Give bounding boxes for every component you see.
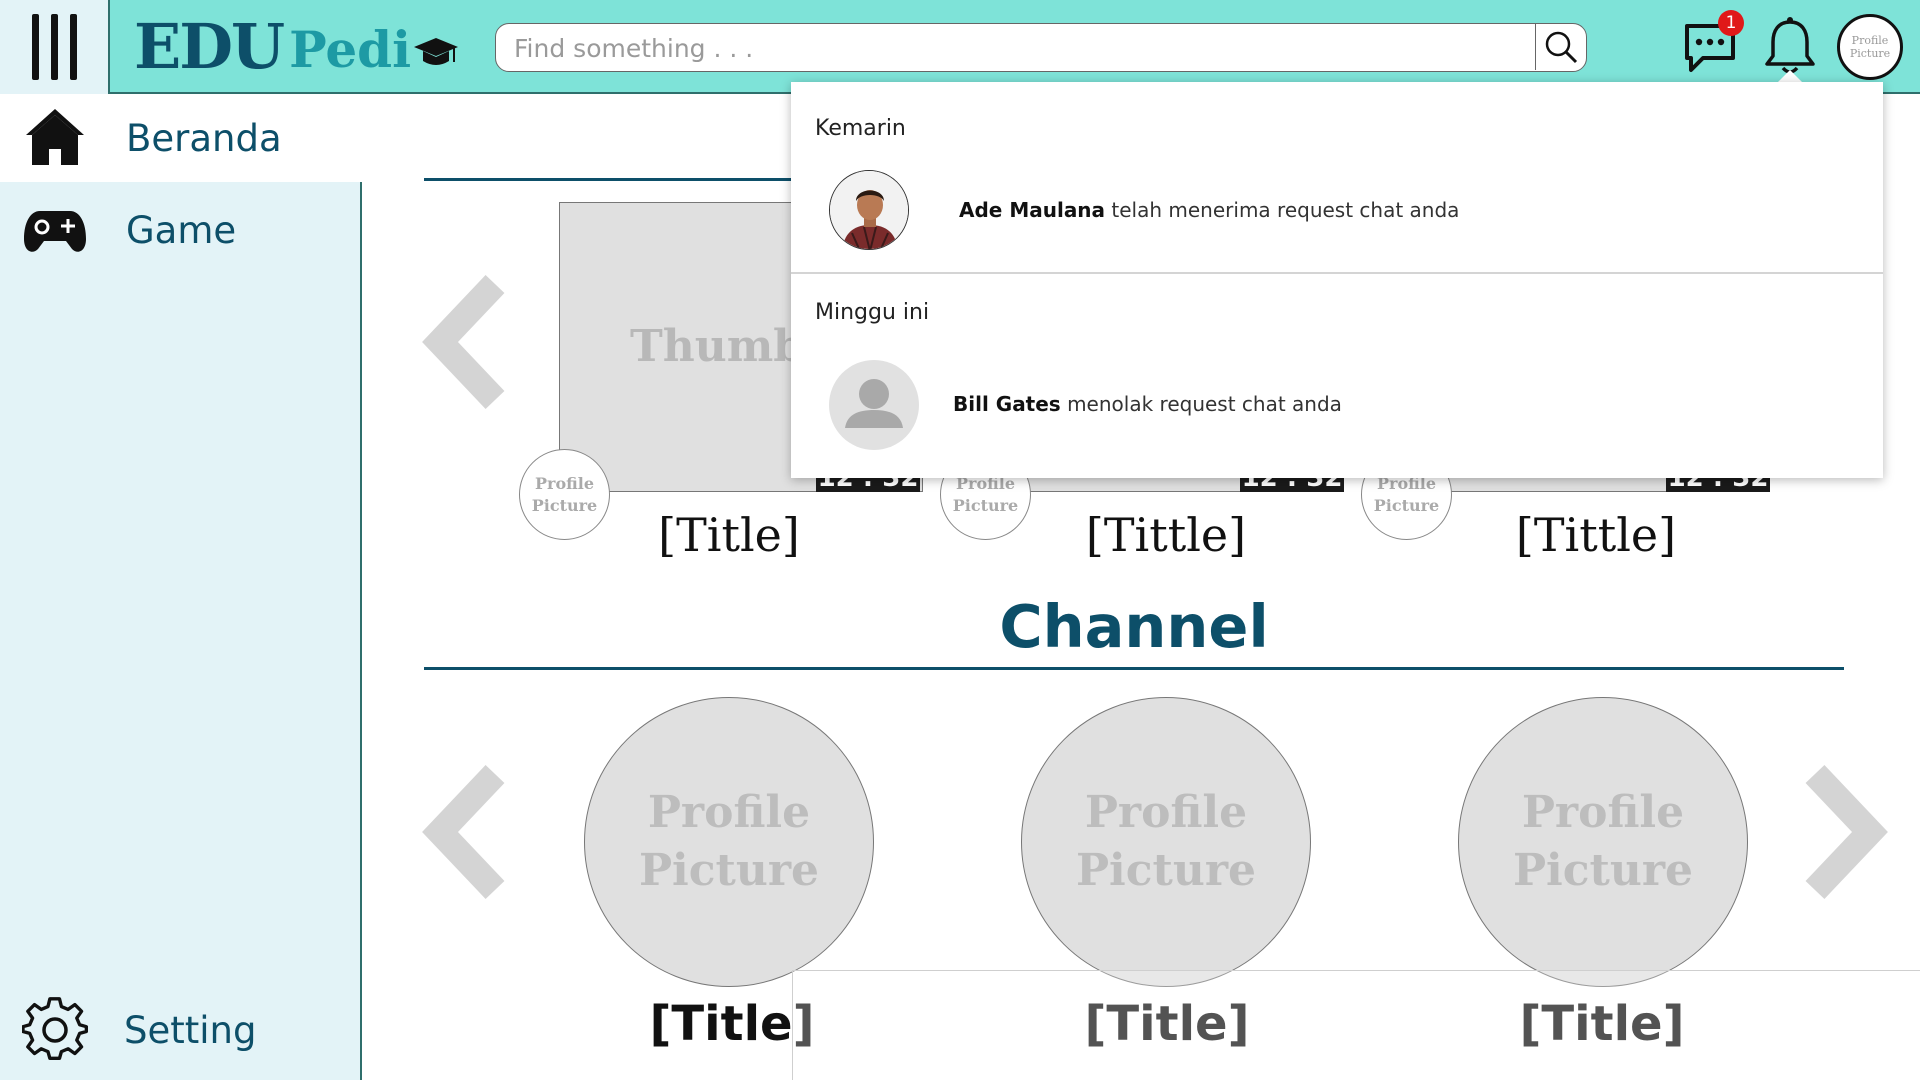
sidebar-item-beranda[interactable]: Beranda — [0, 94, 362, 182]
sidebar-item-label: Game — [126, 208, 237, 252]
channel-avatar[interactable]: Profile Picture — [1021, 697, 1311, 987]
edupedia-logo[interactable]: EDU Pedi — [134, 6, 459, 86]
menu-bar-icon — [51, 14, 58, 80]
avatar-label: Profile — [1851, 34, 1889, 47]
notification-sender: Bill Gates — [953, 392, 1061, 416]
avatar-label: Profile — [1521, 787, 1685, 838]
sidebar: Beranda Game Setting — [0, 94, 362, 1080]
notification-avatar-photo — [829, 170, 909, 250]
section-divider — [424, 667, 1844, 670]
avatar-label: Picture — [1849, 47, 1891, 60]
user-silhouette-icon — [845, 379, 903, 428]
graduation-cap-icon — [414, 38, 459, 65]
avatar-label: Picture — [1512, 845, 1694, 896]
notification-sender: Ade Maulana — [959, 198, 1106, 222]
notification-bell-icon[interactable] — [1762, 16, 1818, 78]
video-carousel-prev-arrow-icon[interactable] — [410, 272, 520, 412]
notification-text: Ade Maulana telah menerima request chat … — [959, 198, 1459, 222]
notification-group-label: Kemarin — [815, 116, 906, 141]
notification-dropdown: Kemarin Ade Maulana telah menerima reque… — [791, 82, 1883, 478]
overlay-panel-edge — [792, 970, 1920, 1080]
home-icon — [26, 109, 84, 165]
channel-section-heading: Channel — [999, 592, 1269, 661]
avatar-label: Picture — [1075, 845, 1257, 896]
channel-carousel-prev-arrow-icon[interactable] — [410, 762, 520, 902]
logo-pedia-text: Pedi — [289, 19, 412, 79]
chat-notification-badge: 1 — [1718, 10, 1744, 36]
video-title[interactable]: [Title] — [559, 508, 899, 562]
avatar-label: Profile — [534, 473, 595, 493]
placeholder-person-icon — [829, 360, 919, 450]
video-title[interactable]: [Tittle] — [996, 508, 1336, 562]
sidebar-item-setting[interactable]: Setting — [0, 986, 362, 1074]
search-icon — [1545, 31, 1578, 64]
notification-message: menolak request chat anda — [1067, 392, 1342, 416]
settings-gear-icon — [22, 997, 88, 1061]
search-bar — [495, 23, 1587, 72]
channel-avatar[interactable]: Profile Picture — [1458, 697, 1748, 987]
notification-message: telah menerima request chat anda — [1111, 198, 1460, 222]
notification-text: Bill Gates menolak request chat anda — [953, 392, 1342, 416]
search-input[interactable] — [514, 32, 1514, 64]
notification-divider — [791, 272, 1883, 274]
menu-bar-icon — [70, 14, 77, 80]
menu-bar-icon — [32, 14, 39, 80]
logo-edu-text: EDU — [134, 9, 285, 83]
avatar-label: Profile — [1084, 787, 1248, 838]
video-title[interactable]: [Tittle] — [1426, 508, 1766, 562]
search-button[interactable] — [1535, 24, 1586, 70]
avatar-label: Profile — [647, 787, 811, 838]
sidebar-item-game[interactable]: Game — [0, 186, 362, 274]
channel-carousel-next-arrow-icon[interactable] — [1790, 762, 1900, 902]
top-header: EDU Pedi 1 Profile Picture — [0, 0, 1920, 94]
notification-group-label: Minggu ini — [815, 300, 930, 325]
channel-avatar[interactable]: Profile Picture — [584, 697, 874, 987]
sidebar-item-label: Beranda — [126, 116, 282, 160]
gamepad-icon — [24, 211, 86, 252]
user-avatar-button[interactable]: Profile Picture — [1837, 14, 1903, 80]
person-photo-icon — [830, 171, 908, 249]
avatar-label: Picture — [638, 845, 820, 896]
sidebar-item-label: Setting — [124, 1008, 257, 1052]
hamburger-menu-button[interactable] — [0, 0, 110, 94]
